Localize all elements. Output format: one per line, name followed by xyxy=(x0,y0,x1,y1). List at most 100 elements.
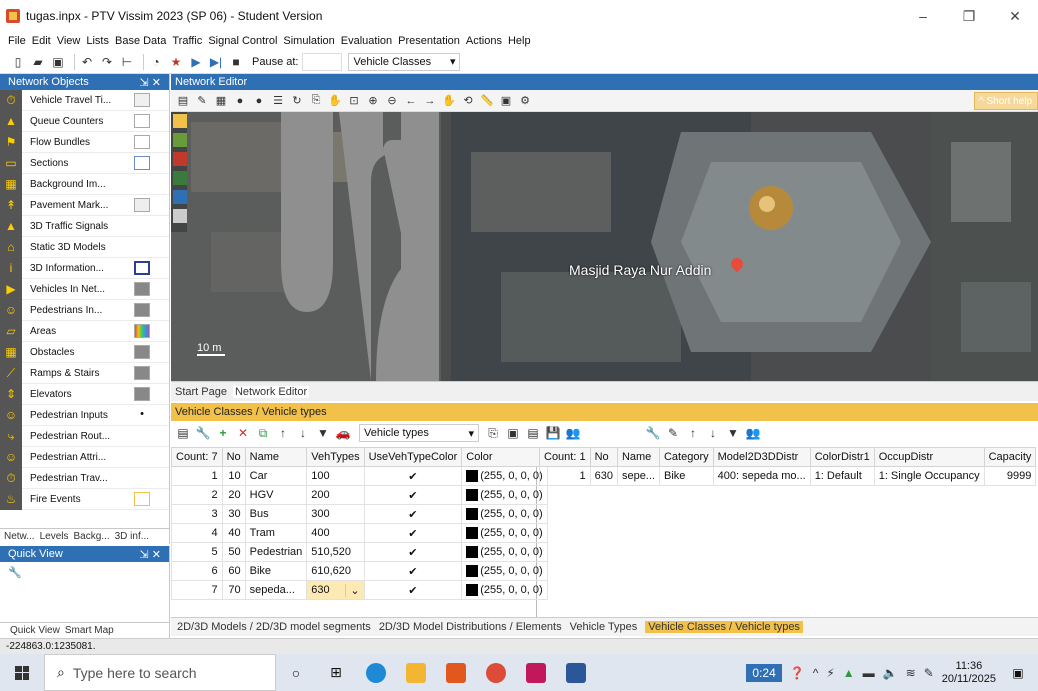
cell-color[interactable]: (255, 0, 0, 0) xyxy=(461,466,548,486)
hand-icon[interactable]: ✋ xyxy=(327,93,343,109)
column-header-capacity[interactable]: Capacity xyxy=(983,447,1037,467)
tab-3d-info[interactable]: 3D inf... xyxy=(115,531,149,542)
cell-category[interactable]: Bike xyxy=(658,466,714,486)
column-header-no[interactable]: No xyxy=(221,447,246,467)
cell-name[interactable]: sepe... xyxy=(616,466,660,486)
file-explorer-icon[interactable] xyxy=(396,654,436,691)
cell-no[interactable]: 60 xyxy=(221,561,246,581)
list-item[interactable]: ☺ Pedestrian Inputs • xyxy=(0,404,169,426)
cell-vehtypes[interactable]: 510,520 xyxy=(306,542,365,562)
table-row[interactable]: 4 40 Tram 400 ✔ (255, 0, 0, 0) xyxy=(171,523,548,543)
tab-quick-view[interactable]: Quick View xyxy=(10,625,60,636)
list-item[interactable]: ↟ Pavement Mark... xyxy=(0,194,169,216)
vehicle-types-select[interactable]: Vehicle types ▾ xyxy=(359,424,479,442)
column-header-no[interactable]: No xyxy=(589,447,618,467)
cell-no[interactable]: 70 xyxy=(221,580,246,600)
help-icon[interactable]: ❓ xyxy=(790,666,805,680)
menu-file[interactable]: File xyxy=(8,35,26,47)
checkbox-checked-icon[interactable]: ✔ xyxy=(406,470,420,483)
list-icon[interactable]: ☰ xyxy=(270,93,286,109)
pan-icon[interactable]: ✋ xyxy=(441,93,457,109)
filter-icon[interactable]: ▼ xyxy=(725,425,741,441)
checkbox-checked-icon[interactable]: ✔ xyxy=(406,508,420,521)
color-swatch[interactable] xyxy=(134,324,150,338)
zoom-out-icon[interactable]: ⊖ xyxy=(384,93,400,109)
mode-select[interactable]: Vehicle Classes ▾ xyxy=(348,52,461,71)
checkbox-checked-icon[interactable]: ✔ xyxy=(406,546,420,559)
tab-smart-map[interactable]: Smart Map xyxy=(65,625,114,636)
cell-occupdistr[interactable]: 1: Single Occupancy xyxy=(873,466,985,486)
link-tool-icon[interactable] xyxy=(173,114,187,128)
list-item[interactable]: ⏱ Pedestrian Trav... xyxy=(0,467,169,489)
pen-icon[interactable]: ✎ xyxy=(924,666,934,680)
route-tool-icon[interactable] xyxy=(173,152,187,166)
tab-2d3d-models[interactable]: 2D/3D Models / 2D/3D model segments xyxy=(177,621,371,633)
color-swatch[interactable] xyxy=(134,492,150,506)
taskbar-search-box[interactable]: ⌕ Type here to search xyxy=(44,654,276,691)
tab-2d3d-model-distributions[interactable]: 2D/3D Model Distributions / Elements xyxy=(379,621,562,633)
delete-icon[interactable]: ✕ xyxy=(235,425,251,441)
list-item[interactable]: ▭ Sections xyxy=(0,152,169,174)
column-header-count[interactable]: Count: 7 xyxy=(171,447,223,467)
color-swatch[interactable] xyxy=(134,93,150,107)
tab-vehicle-classes[interactable]: Vehicle Classes / Vehicle types xyxy=(645,621,803,633)
list-item[interactable]: ▦ Background Im... xyxy=(0,173,169,195)
paste-list-icon[interactable]: ▤ xyxy=(525,425,541,441)
cell-usevehtypecolor[interactable]: ✔ xyxy=(363,580,463,600)
table-row[interactable]: 3 30 Bus 300 ✔ (255, 0, 0, 0) xyxy=(171,504,548,524)
list-item[interactable]: ⤷ Pedestrian Rout... xyxy=(0,425,169,447)
cell-name[interactable]: HGV xyxy=(244,485,308,505)
cell-name[interactable]: Car xyxy=(244,466,308,486)
checkbox-checked-icon[interactable]: ✔ xyxy=(406,584,420,597)
menu-presentation[interactable]: Presentation xyxy=(398,35,460,47)
wrench-icon[interactable]: 🔧 xyxy=(8,566,22,579)
table-row[interactable]: 2 20 HGV 200 ✔ (255, 0, 0, 0) xyxy=(171,485,548,505)
list-item[interactable]: ▦ Obstacles xyxy=(0,341,169,363)
color-swatch[interactable] xyxy=(134,366,150,380)
export-icon[interactable]: ⎘ xyxy=(485,425,501,441)
column-header-vehtypes[interactable]: VehTypes xyxy=(306,447,365,467)
cell-usevehtypecolor[interactable]: ✔ xyxy=(363,561,463,581)
column-header-occupdistr[interactable]: OccupDistr xyxy=(873,447,985,467)
column-header-name[interactable]: Name xyxy=(244,447,308,467)
cell-color[interactable]: (255, 0, 0, 0) xyxy=(461,542,548,562)
column-header-color[interactable]: Color xyxy=(461,447,548,467)
sort-ascending-icon[interactable]: ↑ xyxy=(685,425,701,441)
undo-icon[interactable]: ↶ xyxy=(79,54,95,70)
filter-icon[interactable]: ▼ xyxy=(315,425,331,441)
stop-tool-icon[interactable] xyxy=(173,171,187,185)
cell-no[interactable]: 630 xyxy=(589,466,618,486)
office-icon[interactable] xyxy=(436,654,476,691)
parking-tool-icon[interactable] xyxy=(173,190,187,204)
grid-icon[interactable]: ▦ xyxy=(213,93,229,109)
color-swatch[interactable]: • xyxy=(134,408,150,422)
cell-no[interactable]: 50 xyxy=(221,542,246,562)
tab-start-page[interactable]: Start Page xyxy=(175,386,227,398)
cell-no[interactable]: 40 xyxy=(221,523,246,543)
map-place-label[interactable]: Masjid Raya Nur Addin xyxy=(569,262,711,278)
list-item[interactable]: ▲ Queue Counters xyxy=(0,110,169,132)
list-item[interactable]: ♨ Fire Events xyxy=(0,488,169,510)
redo-icon[interactable]: ↷ xyxy=(99,54,115,70)
list-item[interactable]: ⌂ Static 3D Models xyxy=(0,236,169,258)
volume-icon[interactable]: 🔈 xyxy=(883,666,898,680)
cell-usevehtypecolor[interactable]: ✔ xyxy=(363,485,463,505)
panel-pin-close-icon[interactable]: ⇲ ✕ xyxy=(140,76,162,89)
column-header-count[interactable]: Count: 1 xyxy=(539,447,591,467)
back-icon[interactable]: ← xyxy=(403,93,419,109)
simulation-mode-icon[interactable]: ◔ xyxy=(148,54,164,70)
chevron-down-icon[interactable]: ⌄ xyxy=(345,583,360,597)
cell-usevehtypecolor[interactable]: ✔ xyxy=(363,466,463,486)
notification-icon[interactable]: ▣ xyxy=(1008,663,1028,683)
cell-color[interactable]: (255, 0, 0, 0) xyxy=(461,485,548,505)
wifi-icon[interactable]: ≋ xyxy=(906,666,916,680)
short-help-button[interactable]: ^ Short help xyxy=(974,92,1038,110)
cortana-icon[interactable]: ○ xyxy=(276,654,316,691)
cell-name[interactable]: Bike xyxy=(244,561,308,581)
color-swatch[interactable] xyxy=(134,303,150,317)
color-swatch[interactable] xyxy=(134,114,150,128)
stop-icon[interactable]: ■ xyxy=(228,54,244,70)
cell-vehtypes[interactable]: 300 xyxy=(306,504,365,524)
save-icon[interactable]: ▣ xyxy=(50,54,66,70)
pause-at-input[interactable] xyxy=(302,52,343,71)
